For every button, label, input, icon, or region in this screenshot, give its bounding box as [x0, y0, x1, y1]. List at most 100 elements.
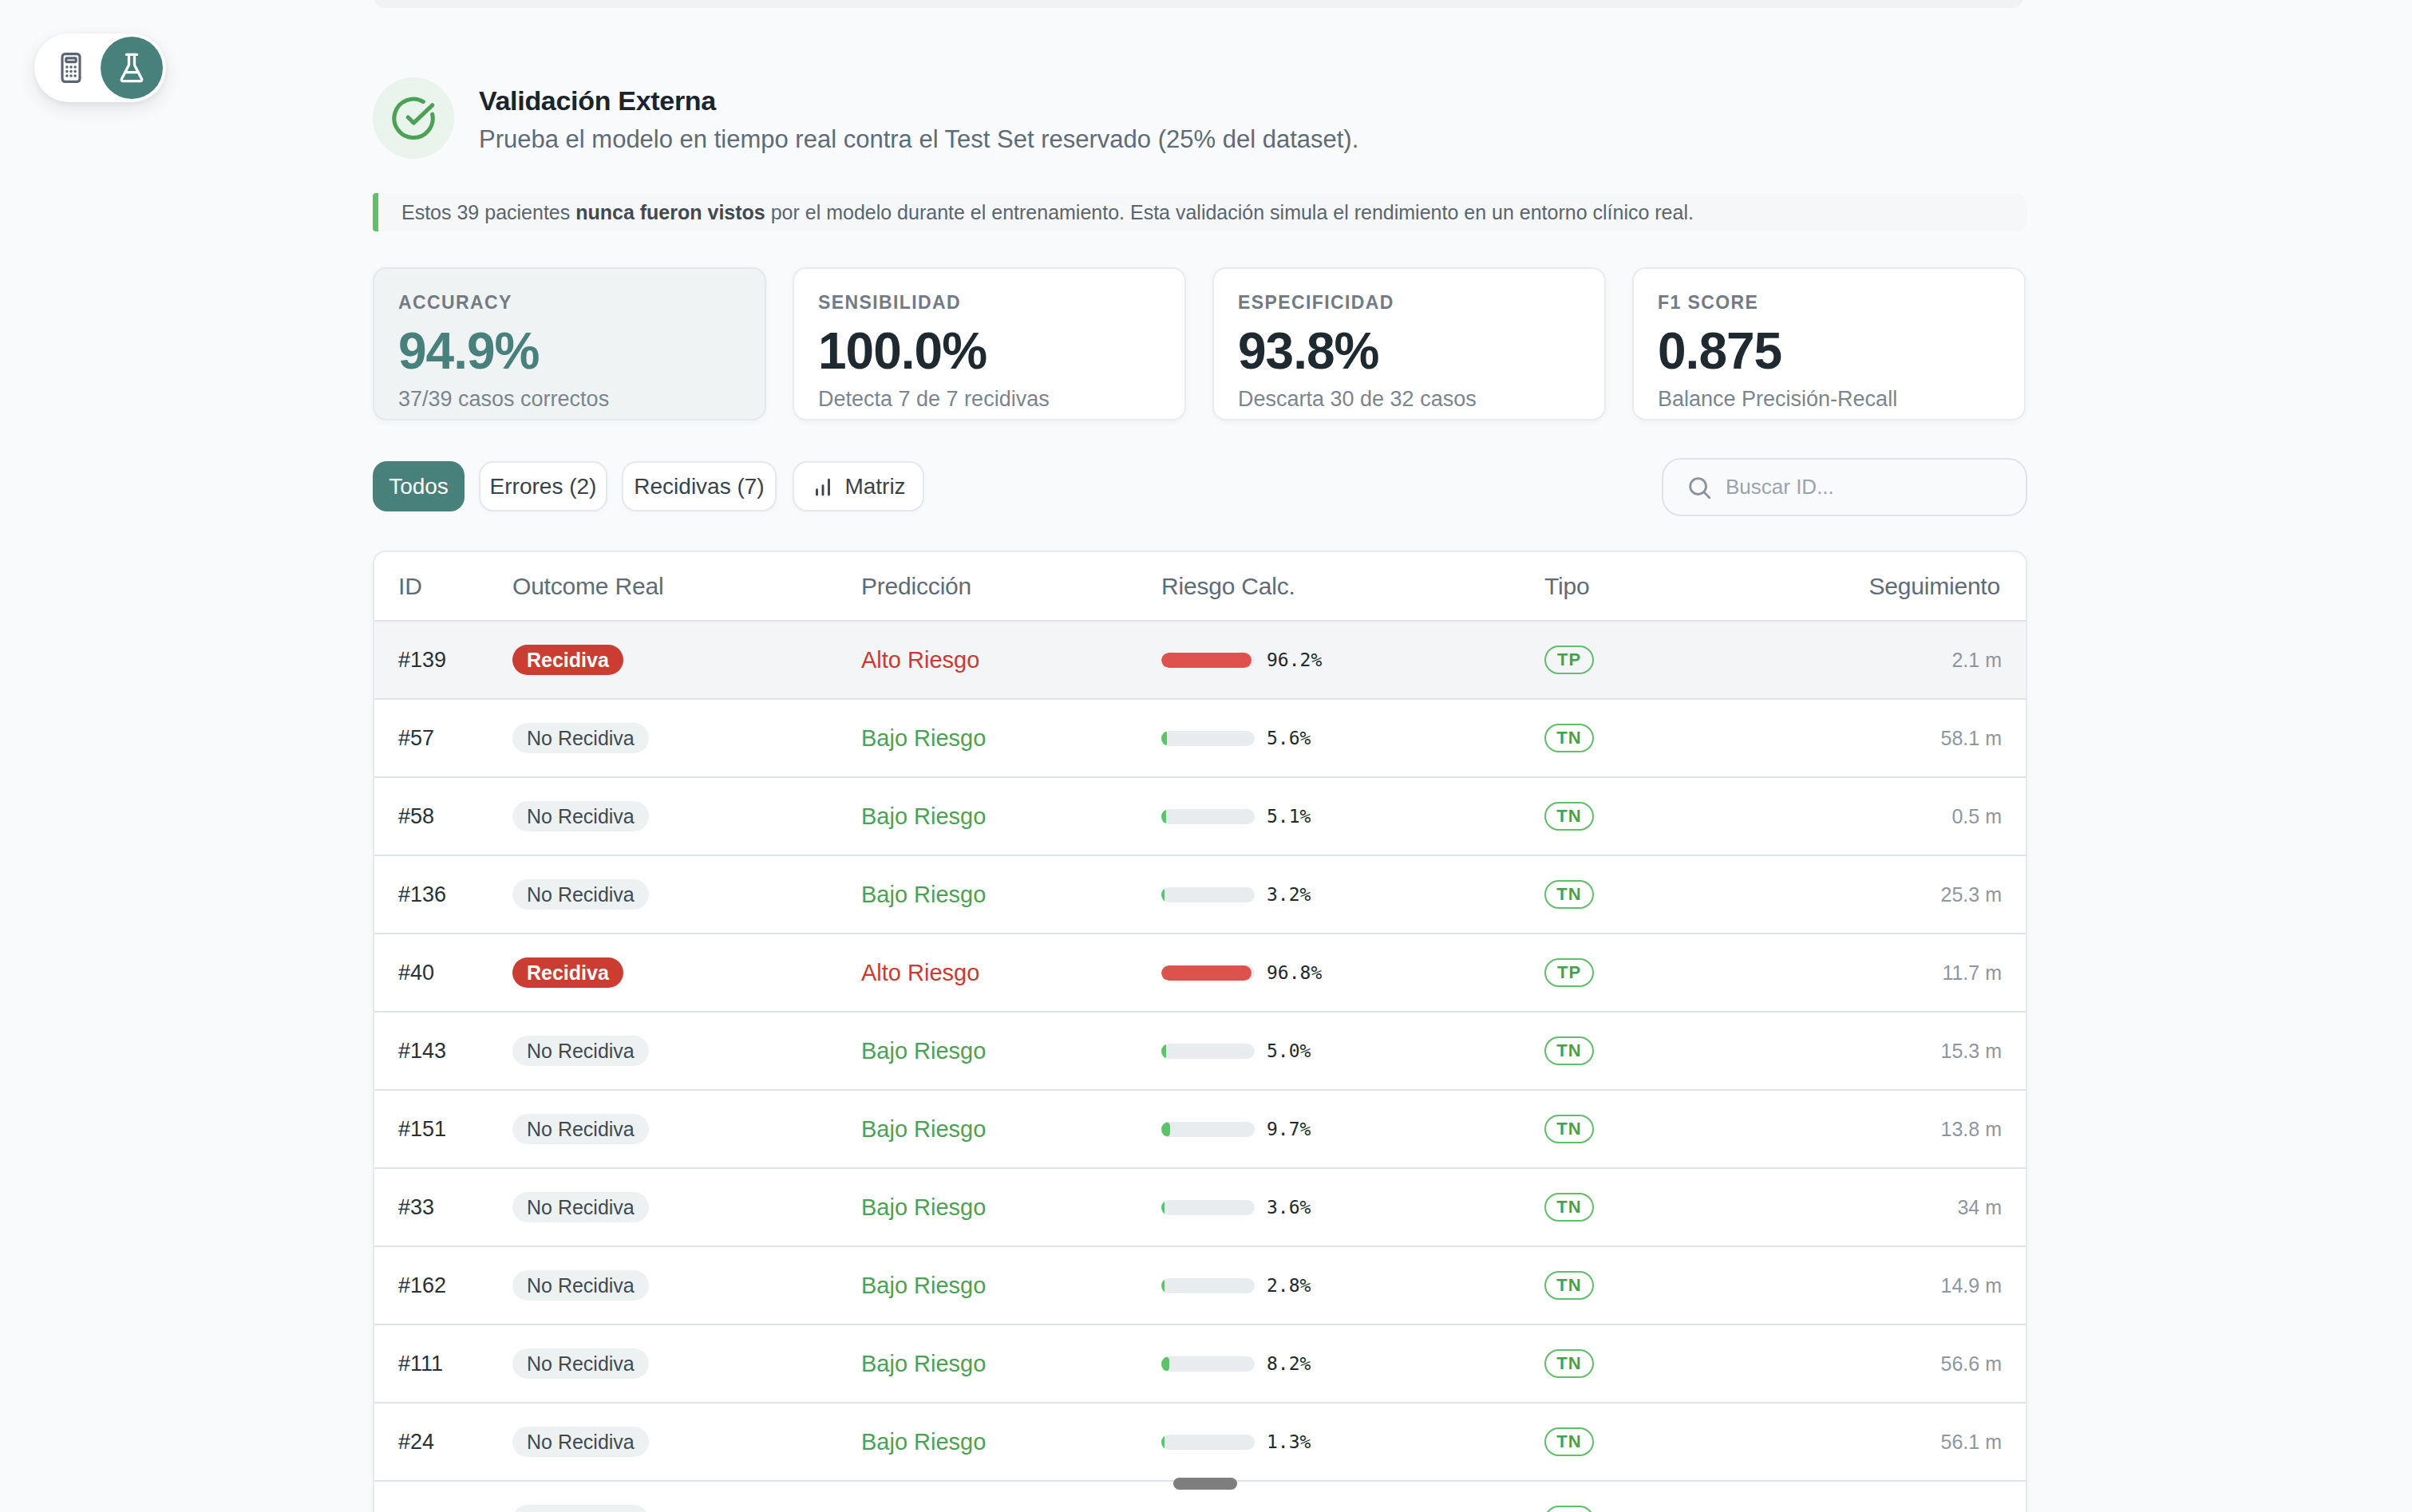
metric-value: 93.8%	[1238, 326, 1604, 377]
filter-label: Recidivas (7)	[634, 474, 764, 499]
filter-matriz[interactable]: Matriz	[793, 461, 924, 511]
seguimiento-value: 56.1 m	[1941, 1431, 2002, 1454]
outcome-pill: No Recidiva	[512, 879, 649, 910]
col-header-outcome: Outcome Real	[512, 552, 663, 620]
table-row-162[interactable]: #162No RecidivaBajo Riesgo2.8%TN14.9 m	[374, 1246, 2026, 1324]
patient-id: #151	[398, 1117, 446, 1142]
prediction-label: Alto Riesgo	[861, 647, 979, 673]
patient-id: #139	[398, 648, 446, 673]
table-row-57[interactable]: #57No RecidivaBajo Riesgo5.6%TN58.1 m	[374, 698, 2026, 776]
drag-handle[interactable]	[1173, 1478, 1237, 1490]
metric-card-f1-score: F1 SCORE0.875Balance Precisión-Recall	[1632, 267, 2026, 420]
prediction-label: Bajo Riesgo	[861, 1429, 986, 1455]
prediction-label: Bajo Riesgo	[861, 803, 986, 830]
risk-percent: 3.6%	[1267, 1197, 1311, 1218]
seguimiento-value: 0.5 m	[1951, 805, 2002, 828]
prediction-label: Bajo Riesgo	[861, 1273, 986, 1299]
risk-bar-fill	[1161, 731, 1167, 746]
risk-percent: 5.1%	[1267, 806, 1311, 827]
risk-bar-fill	[1161, 1122, 1170, 1137]
metric-sub: Balance Precisión-Recall	[1658, 387, 2024, 412]
metric-sub: Detecta 7 de 7 recidivas	[818, 387, 1184, 412]
risk-bar-fill	[1161, 1278, 1164, 1293]
table-row-151[interactable]: #151No RecidivaBajo Riesgo9.7%TN13.8 m	[374, 1089, 2026, 1167]
table-row-40[interactable]: #40RecidivaAlto Riesgo96.8%TP11.7 m	[374, 933, 2026, 1011]
flask-icon	[115, 51, 148, 85]
risk-bar-track	[1161, 731, 1255, 746]
outcome-pill: Recidiva	[512, 957, 623, 988]
lab-button[interactable]	[101, 37, 163, 99]
tipo-badge: TN	[1544, 724, 1594, 752]
seguimiento-value: 11.7 m	[1942, 961, 2002, 985]
prediction-label: Bajo Riesgo	[861, 1038, 986, 1064]
patient-id: #57	[398, 726, 434, 751]
seguimiento-value: 25.3 m	[1941, 883, 2002, 906]
patient-id: #162	[398, 1273, 446, 1298]
table-row-143[interactable]: #143No RecidivaBajo Riesgo5.0%TN15.3 m	[374, 1011, 2026, 1089]
risk-bar-track	[1161, 809, 1255, 824]
risk-bar-track	[1161, 1044, 1255, 1059]
outcome-pill: No Recidiva	[512, 1427, 649, 1457]
risk-bar-fill	[1161, 1435, 1164, 1450]
tipo-badge: TN	[1544, 802, 1594, 831]
tipo-badge: TP	[1544, 958, 1594, 987]
table-row-136[interactable]: #136No RecidivaBajo Riesgo3.2%TN25.3 m	[374, 855, 2026, 933]
seguimiento-value: 58.1 m	[1941, 727, 2002, 750]
search-input[interactable]	[1726, 475, 2005, 499]
col-header-risk: Riesgo Calc.	[1161, 552, 1255, 620]
risk-percent: 5.6%	[1267, 728, 1311, 748]
tipo-badge: TP	[1544, 645, 1594, 674]
outcome-pill: No Recidiva	[512, 801, 649, 831]
seguimiento-value: 56.6 m	[1941, 1352, 2002, 1376]
metric-sub: 37/39 casos correctos	[398, 387, 765, 412]
outcome-pill: No Recidiva	[512, 1270, 649, 1301]
risk-bar-fill	[1161, 1200, 1164, 1215]
tipo-badge: TN	[1544, 1193, 1594, 1222]
risk-bar-fill	[1161, 1356, 1169, 1372]
filter-recidivas-7-[interactable]: Recidivas (7)	[622, 461, 777, 511]
seguimiento-value: 13.8 m	[1941, 1118, 2002, 1141]
filter-todos[interactable]: Todos	[373, 461, 465, 511]
tipo-badge: TN	[1544, 1115, 1594, 1143]
metric-label: SENSIBILIDAD	[818, 294, 1184, 312]
validation-page: Validación Externa Prueba el modelo en t…	[0, 0, 2412, 1512]
outcome-pill: No Recidiva	[512, 1505, 649, 1512]
filter-label: Matriz	[844, 474, 905, 499]
patient-id: #143	[398, 1039, 446, 1064]
patient-id: #136	[398, 882, 446, 907]
patient-id: #40	[398, 961, 434, 985]
risk-bar-track	[1161, 1356, 1255, 1372]
results-table: ID Outcome Real Predicción Riesgo Calc. …	[373, 551, 2027, 1512]
risk-bar-track	[1161, 965, 1255, 981]
outcome-pill: Recidiva	[512, 645, 623, 675]
risk-percent: 9.7%	[1267, 1119, 1311, 1139]
prediction-label: Bajo Riesgo	[861, 1194, 986, 1221]
metric-card-accuracy: ACCURACY94.9%37/39 casos correctos	[373, 267, 766, 420]
prediction-label: Bajo Riesgo	[861, 725, 986, 752]
patient-id: #111	[398, 1352, 443, 1376]
prediction-label: Bajo Riesgo	[861, 1116, 986, 1143]
risk-percent: 5.0%	[1267, 1040, 1311, 1061]
prediction-label: Bajo Riesgo	[861, 882, 986, 908]
table-row-24[interactable]: #24No RecidivaBajo Riesgo1.3%TN56.1 m	[374, 1402, 2026, 1480]
table-row-58[interactable]: #58No RecidivaBajo Riesgo5.1%TN0.5 m	[374, 776, 2026, 855]
metric-value: 100.0%	[818, 326, 1184, 377]
section-status-icon	[373, 77, 454, 159]
metric-label: ACCURACY	[398, 294, 765, 312]
risk-bar-fill	[1161, 653, 1251, 668]
search-icon	[1686, 474, 1713, 501]
risk-bar-fill	[1161, 1044, 1166, 1059]
risk-bar-track	[1161, 1278, 1255, 1293]
col-header-seguimiento: Seguimiento	[1868, 552, 2000, 620]
calculator-button[interactable]	[50, 49, 92, 86]
patient-id: #24	[398, 1430, 434, 1455]
table-row-111[interactable]: #111No RecidivaBajo Riesgo8.2%TN56.6 m	[374, 1324, 2026, 1402]
tipo-badge: TN	[1544, 1427, 1594, 1456]
seguimiento-value: 2.1 m	[1951, 649, 2002, 672]
filter-errores-2-[interactable]: Errores (2)	[479, 461, 607, 511]
table-row-139[interactable]: #139RecidivaAlto Riesgo96.2%TP2.1 m	[374, 620, 2026, 698]
risk-bar-fill	[1161, 965, 1251, 981]
tipo-badge: TN	[1544, 1036, 1594, 1065]
table-row-33[interactable]: #33No RecidivaBajo Riesgo3.6%TN34 m	[374, 1167, 2026, 1246]
seguimiento-value: 15.3 m	[1941, 1040, 2002, 1063]
